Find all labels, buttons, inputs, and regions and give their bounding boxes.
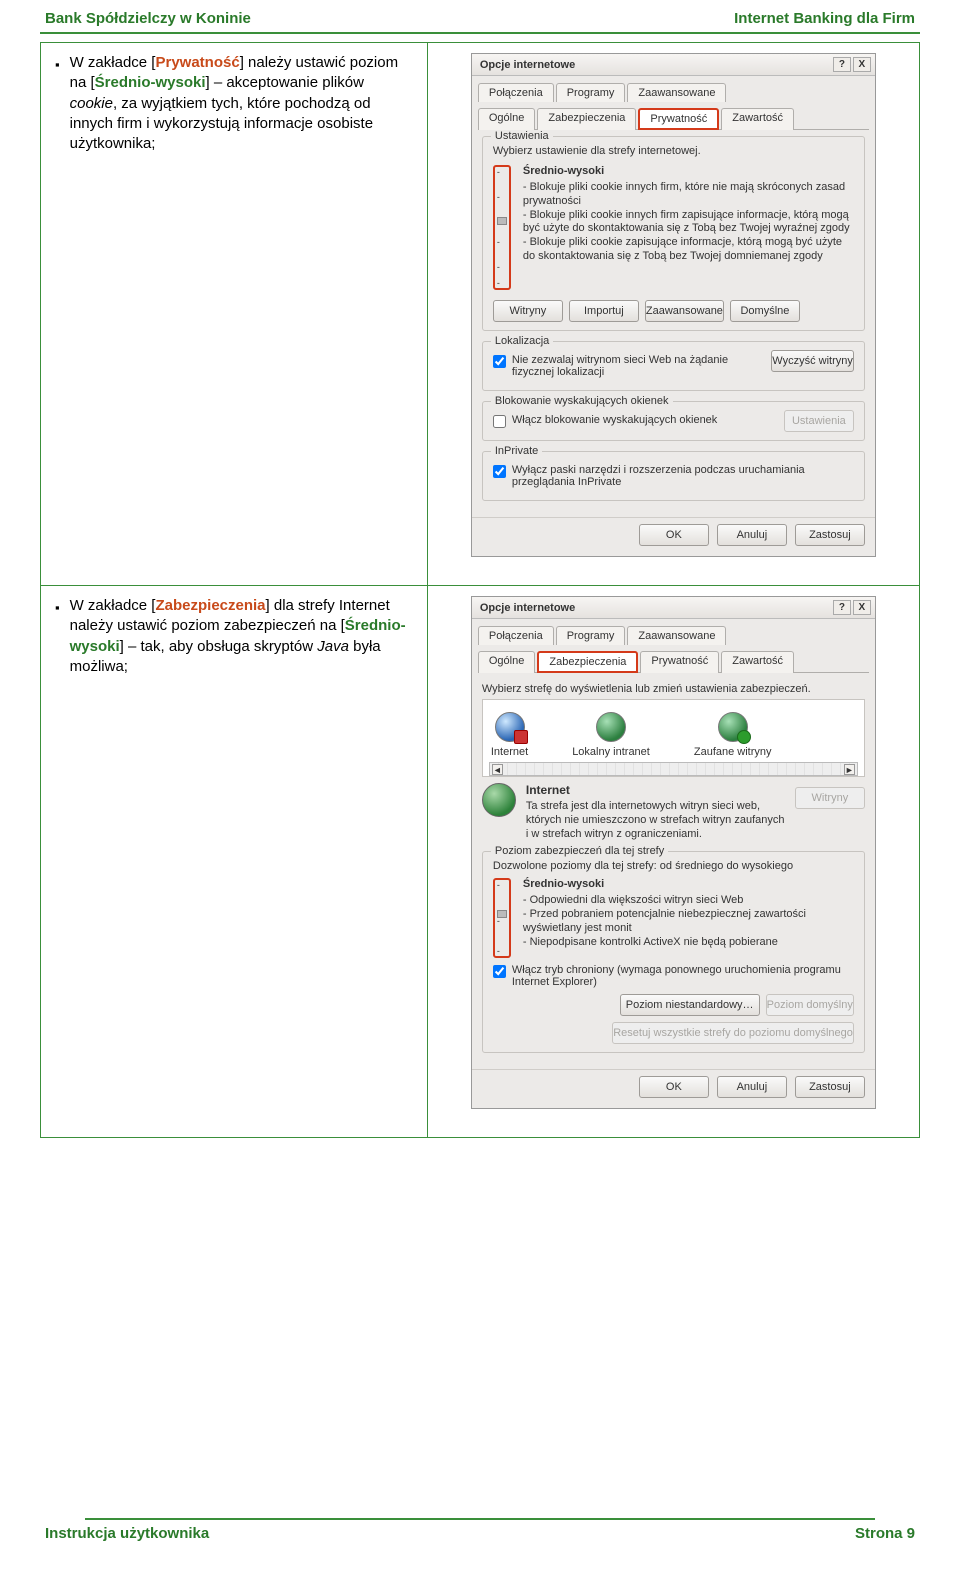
protected-mode-checkbox[interactable] (493, 965, 506, 978)
group-level: Poziom zabezpieczeń dla tej strefy (491, 845, 668, 857)
group-inprivate: InPrivate (491, 445, 542, 457)
zone-desc-title: Internet (526, 783, 785, 798)
cancel-button[interactable]: Anuluj (717, 1076, 787, 1098)
level-range: Dozwolone poziomy dla tej strefy: od śre… (493, 860, 854, 872)
security-level-title: Średnio-wysoki (523, 878, 854, 890)
custom-level-button[interactable]: Poziom niestandardowy… (620, 994, 760, 1016)
globe-icon (718, 712, 748, 742)
tab-advanced[interactable]: Zaawansowane (627, 626, 726, 645)
level-line: - Niepodpisane kontrolki ActiveX nie będ… (523, 936, 854, 950)
policy-line: - Blokuje pliki cookie zapisujące inform… (523, 236, 854, 264)
policy-line: - Blokuje pliki cookie innych firm, któr… (523, 181, 854, 209)
location-label: Nie zezwalaj witrynom sieci Web na żądan… (512, 354, 743, 378)
kw-security: Zabezpieczenia (155, 597, 265, 614)
import-button[interactable]: Importuj (569, 300, 639, 322)
policy-line: - Blokuje pliki cookie innych firm zapis… (523, 209, 854, 237)
popup-label: Włącz blokowanie wyskakujących okienek (512, 414, 717, 426)
zone-label: Internet (491, 746, 528, 758)
cancel-button[interactable]: Anuluj (717, 524, 787, 546)
default-level-button: Poziom domyślny (766, 994, 854, 1016)
footer-right: Strona 9 (855, 1525, 915, 1542)
apply-button[interactable]: Zastosuj (795, 524, 865, 546)
bullet-icon: ▪ (55, 57, 60, 154)
close-icon[interactable]: X (853, 600, 871, 615)
group-popup: Blokowanie wyskakujących okienek (491, 395, 673, 407)
tab-security[interactable]: Zabezpieczenia (537, 108, 636, 130)
level-line: - Odpowiedni dla większości witryn sieci… (523, 894, 854, 908)
group-location: Lokalizacja (491, 335, 553, 347)
tab-privacy[interactable]: Prywatność (640, 651, 719, 673)
clear-sites-button[interactable]: Wyczyść witryny (771, 350, 854, 372)
tab-advanced[interactable]: Zaawansowane (627, 83, 726, 102)
popup-settings-button: Ustawienia (784, 410, 854, 432)
tab-content[interactable]: Zawartość (721, 651, 794, 673)
shield-icon (514, 730, 528, 744)
tab-general[interactable]: Ogólne (478, 108, 535, 130)
zone-label: Zaufane witryny (694, 746, 772, 758)
tab-general[interactable]: Ogólne (478, 651, 535, 673)
privacy-slider[interactable]: - - - - - (493, 165, 511, 290)
globe-icon (596, 712, 626, 742)
instruction-1: W zakładce [Prywatność] należy ustawić p… (70, 53, 413, 154)
zone-label: Lokalny intranet (572, 746, 650, 758)
internet-options-dialog-1: Opcje internetowe ? X Połączenia Program… (471, 53, 876, 557)
tab-privacy[interactable]: Prywatność (638, 108, 719, 130)
settings-intro: Wybierz ustawienie dla strefy internetow… (493, 145, 854, 157)
ok-button[interactable]: OK (639, 1076, 709, 1098)
dialog-title: Opcje internetowe (480, 59, 575, 71)
tab-security[interactable]: Zabezpieczenia (537, 651, 638, 673)
popup-checkbox[interactable] (493, 415, 506, 428)
tab-content[interactable]: Zawartość (721, 108, 794, 130)
doc-header-right: Internet Banking dla Firm (734, 10, 915, 27)
location-checkbox[interactable] (493, 355, 506, 368)
advanced-button[interactable]: Zaawansowane (645, 300, 724, 322)
check-icon (737, 730, 751, 744)
zone-desc-text: Ta strefa jest dla internetowych witryn … (526, 800, 785, 841)
zone-internet[interactable]: Internet (491, 712, 528, 758)
tab-connections[interactable]: Połączenia (478, 83, 554, 102)
close-icon[interactable]: X (853, 57, 871, 72)
footer-left: Instrukcja użytkownika (45, 1525, 209, 1542)
scroll-right-icon[interactable]: ► (844, 764, 855, 775)
zone-trusted[interactable]: Zaufane witryny (694, 712, 772, 758)
privacy-level-title: Średnio-wysoki (523, 165, 854, 177)
globe-icon (482, 783, 516, 817)
zone-prompt: Wybierz strefę do wyświetlenia lub zmień… (482, 683, 865, 695)
globe-icon (495, 712, 525, 742)
group-settings: Ustawienia (491, 130, 553, 142)
kw-level-1: Średnio-wysoki (95, 74, 206, 91)
zone-sites-button: Witryny (795, 787, 865, 809)
sites-button[interactable]: Witryny (493, 300, 563, 322)
apply-button[interactable]: Zastosuj (795, 1076, 865, 1098)
tab-connections[interactable]: Połączenia (478, 626, 554, 645)
scroll-left-icon[interactable]: ◄ (492, 764, 503, 775)
help-icon[interactable]: ? (833, 600, 851, 615)
kw-privacy: Prywatność (155, 54, 239, 71)
instruction-2: W zakładce [Zabezpieczenia] dla strefy I… (70, 596, 413, 677)
dialog-title: Opcje internetowe (480, 602, 575, 614)
tab-programs[interactable]: Programy (556, 83, 626, 102)
slider-handle-icon[interactable] (497, 217, 507, 225)
help-icon[interactable]: ? (833, 57, 851, 72)
bullet-icon: ▪ (55, 600, 60, 677)
ok-button[interactable]: OK (639, 524, 709, 546)
level-line: - Przed pobraniem potencjalnie niebezpie… (523, 908, 854, 936)
inprivate-label: Wyłącz paski narzędzi i rozszerzenia pod… (512, 464, 854, 488)
footer-rule (85, 1518, 875, 1520)
instruction-table: ▪ W zakładce [Prywatność] należy ustawić… (40, 42, 920, 1138)
protected-mode-label: Włącz tryb chroniony (wymaga ponownego u… (512, 964, 854, 988)
default-button[interactable]: Domyślne (730, 300, 800, 322)
reset-zones-button: Resetuj wszystkie strefy do poziomu domy… (612, 1022, 854, 1044)
doc-header-left: Bank Spółdzielczy w Koninie (45, 10, 251, 27)
zone-scrollbar[interactable]: ◄ ► (489, 762, 858, 776)
zone-intranet[interactable]: Lokalny intranet (572, 712, 650, 758)
inprivate-checkbox[interactable] (493, 465, 506, 478)
security-slider[interactable]: - - - (493, 878, 511, 958)
internet-options-dialog-2: Opcje internetowe ? X Połączenia Program… (471, 596, 876, 1109)
tab-programs[interactable]: Programy (556, 626, 626, 645)
